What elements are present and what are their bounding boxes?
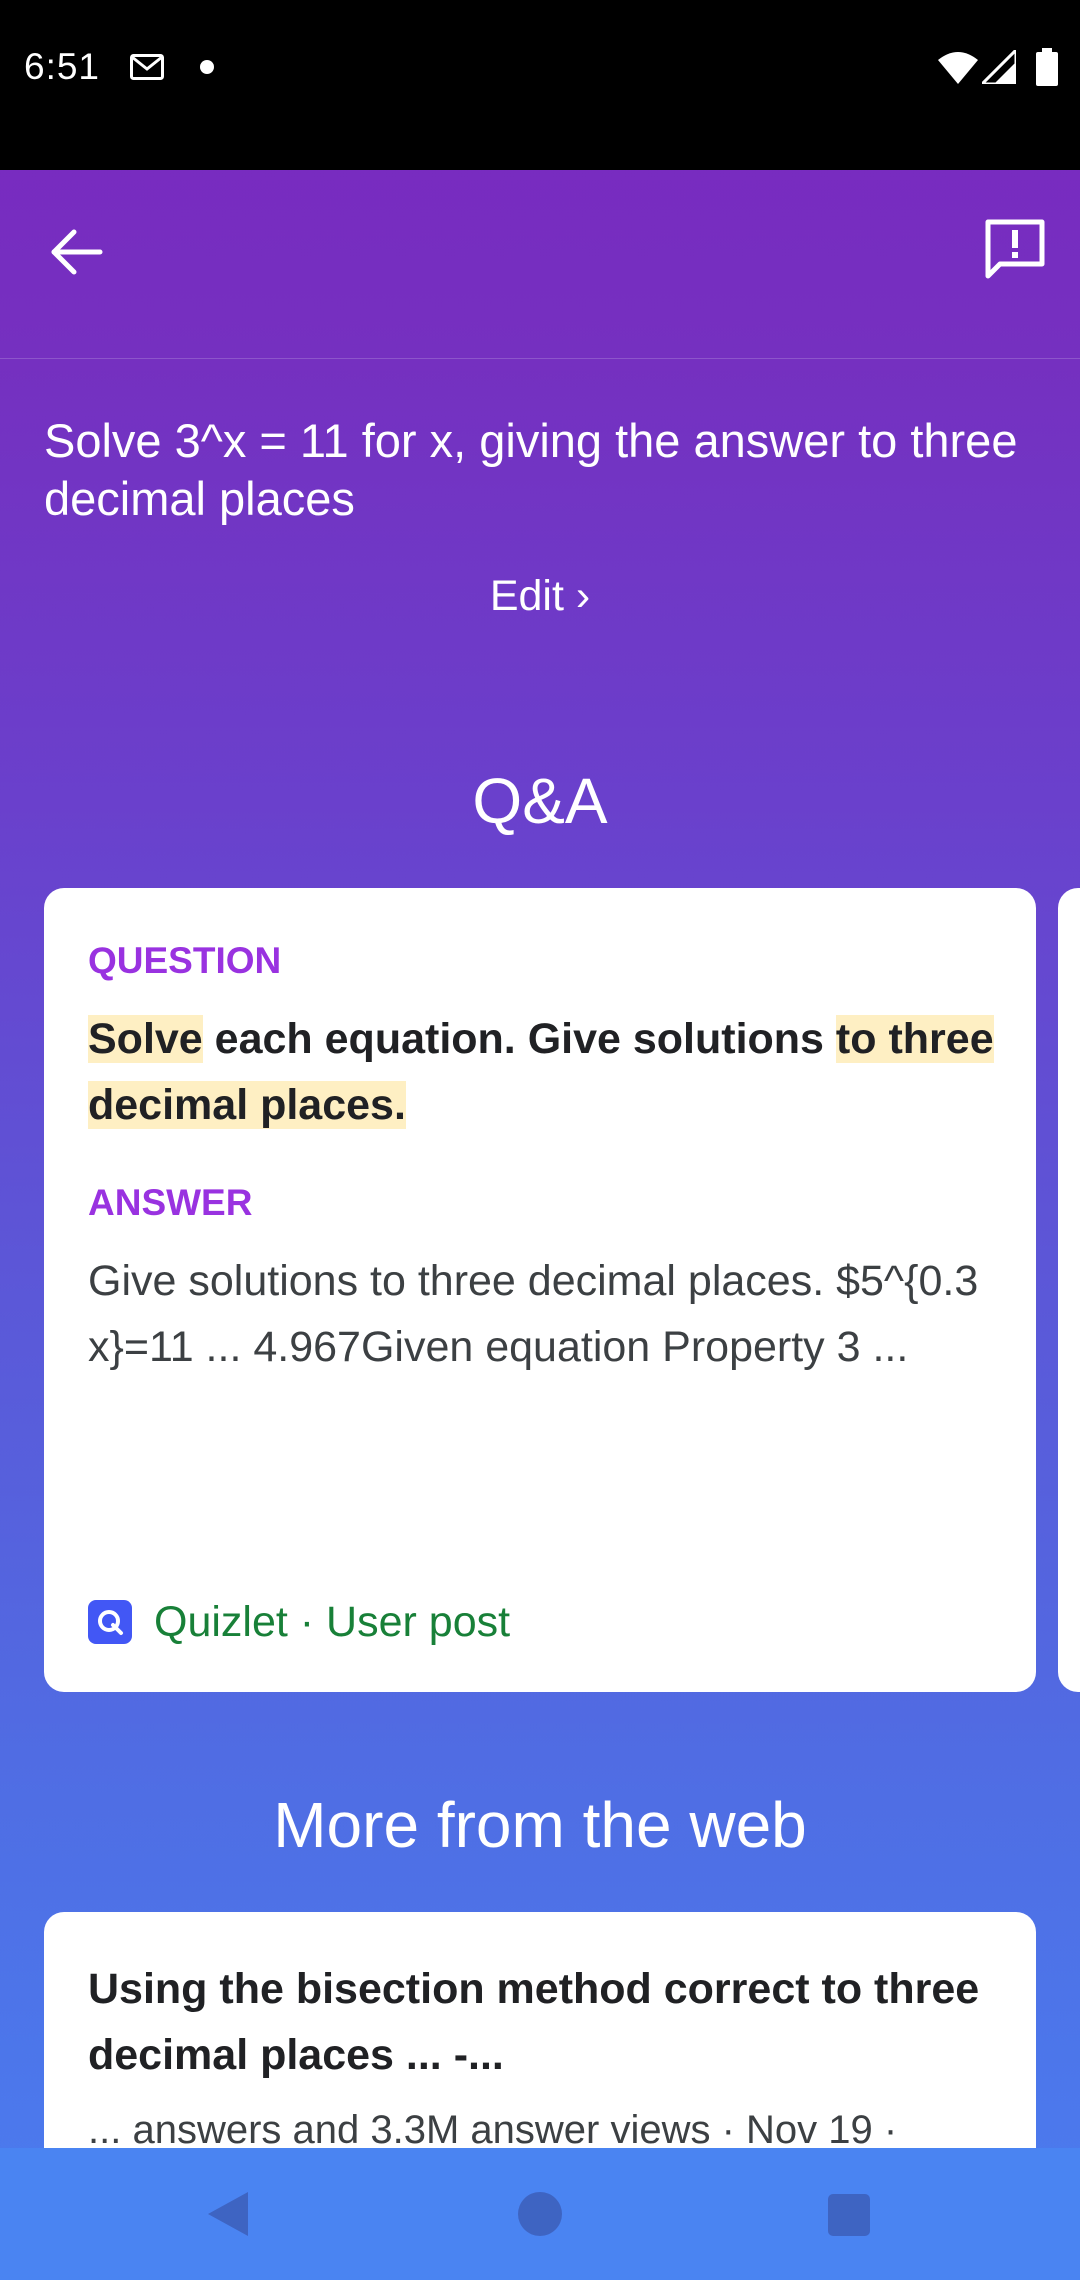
- question-highlight: decimal places.: [88, 1081, 406, 1129]
- qa-section-title: Q&A: [472, 765, 608, 837]
- question-text: Solve each equation. Give solutions to t…: [88, 1006, 1008, 1138]
- question-highlight: to three: [835, 1015, 994, 1063]
- system-nav-bar: [0, 2148, 1080, 2280]
- answer-source[interactable]: Quizlet · User post: [88, 1594, 510, 1650]
- notification-dot-icon: [200, 60, 214, 74]
- status-bar: 6:51: [0, 0, 1080, 170]
- wifi-icon: [938, 52, 978, 84]
- web-result-title[interactable]: Using the bisection method correct to th…: [88, 1956, 1008, 2088]
- arrow-back-icon[interactable]: [44, 220, 108, 284]
- battery-icon: [1036, 48, 1058, 86]
- web-result-meta: ... answers and 3.3M answer views · Nov …: [88, 2108, 898, 2152]
- answer-label: ANSWER: [88, 1182, 253, 1223]
- search-query: Solve 3^x = 11 for x, giving the answer …: [44, 414, 1018, 525]
- quizlet-icon: [88, 1600, 132, 1644]
- answer-text: Give solutions to three decimal places. …: [88, 1257, 979, 1371]
- app-bar: [0, 170, 1080, 359]
- qa-card[interactable]: QUESTION Solve each equation. Give solut…: [44, 888, 1036, 1692]
- question-label: QUESTION: [88, 940, 282, 981]
- edit-query-button[interactable]: Edit ›: [0, 572, 1080, 621]
- next-qa-card[interactable]: [1058, 888, 1080, 1692]
- web-section-title: More from the web: [273, 1789, 807, 1861]
- feedback-icon[interactable]: [980, 216, 1050, 286]
- nav-home-icon[interactable]: [518, 2192, 562, 2236]
- signal-icon: [982, 50, 1016, 84]
- nav-back-icon[interactable]: [206, 2190, 250, 2238]
- question-highlight: Solve: [88, 1015, 203, 1063]
- source-label: Quizlet · User post: [154, 1597, 511, 1646]
- question-text-segment: each equation. Give solutions: [202, 1015, 836, 1063]
- nav-recents-icon[interactable]: [828, 2194, 870, 2236]
- status-time: 6:51: [24, 46, 101, 87]
- gmail-icon: [130, 54, 164, 80]
